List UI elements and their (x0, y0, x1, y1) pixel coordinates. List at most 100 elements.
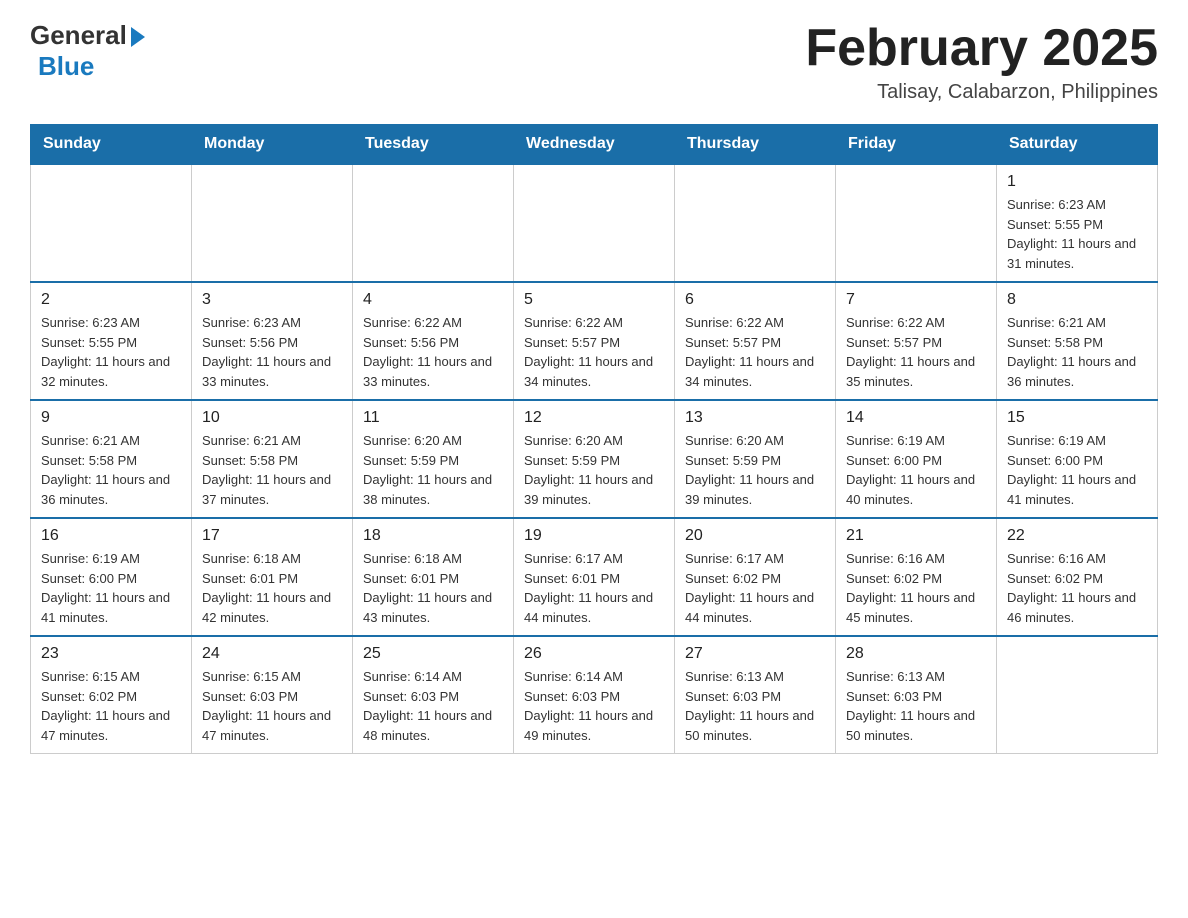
month-title: February 2025 (805, 20, 1158, 77)
calendar-cell: 24 Sunrise: 6:15 AMSunset: 6:03 PMDayligh… (192, 636, 353, 754)
day-number: 4 (363, 291, 503, 309)
calendar-cell: 6Sunrise: 6:22 AMSunset: 5:57 PMDaylight… (675, 282, 836, 400)
day-number: 12 (524, 409, 664, 427)
calendar-cell: 3 Sunrise: 6:23 AMSunset: 5:56 PMDaylight… (192, 282, 353, 400)
calendar-cell: 21 Sunrise: 6:16 AMSunset: 6:02 PMDayligh… (836, 518, 997, 636)
day-number: 21 (846, 527, 986, 545)
day-number: 23 (41, 645, 181, 663)
day-info: Sunrise: 6:20 AMSunset: 5:59 PMDaylight:… (685, 431, 825, 509)
location-text: Talisay, Calabarzon, Philippines (805, 81, 1158, 104)
day-number: 3 (202, 291, 342, 309)
calendar-cell: 4 Sunrise: 6:22 AMSunset: 5:56 PMDaylight… (353, 282, 514, 400)
day-number: 18 (363, 527, 503, 545)
day-info: Sunrise: 6:22 AMSunset: 5:57 PMDaylight:… (846, 313, 986, 391)
day-number: 9 (41, 409, 181, 427)
day-number: 10 (202, 409, 342, 427)
week-row-3: 9 Sunrise: 6:21 AMSunset: 5:58 PMDaylight… (31, 400, 1158, 518)
day-number: 16 (41, 527, 181, 545)
calendar-cell: 27 Sunrise: 6:13 AMSunset: 6:03 PMDayligh… (675, 636, 836, 754)
day-info: Sunrise: 6:17 AMSunset: 6:01 PMDaylight:… (524, 549, 664, 627)
column-header-wednesday: Wednesday (514, 125, 675, 165)
day-info: Sunrise: 6:19 AMSunset: 6:00 PMDaylight:… (1007, 431, 1147, 509)
day-info: Sunrise: 6:21 AMSunset: 5:58 PMDaylight:… (41, 431, 181, 509)
calendar-cell (353, 164, 514, 282)
calendar-cell: 8 Sunrise: 6:21 AMSunset: 5:58 PMDaylight… (997, 282, 1158, 400)
day-info: Sunrise: 6:17 AMSunset: 6:02 PMDaylight:… (685, 549, 825, 627)
day-number: 13 (685, 409, 825, 427)
calendar-cell: 10 Sunrise: 6:21 AMSunset: 5:58 PMDayligh… (192, 400, 353, 518)
calendar-cell: 14Sunrise: 6:19 AMSunset: 6:00 PMDayligh… (836, 400, 997, 518)
day-number: 14 (846, 409, 986, 427)
day-number: 1 (1007, 173, 1147, 191)
day-info: Sunrise: 6:18 AMSunset: 6:01 PMDaylight:… (363, 549, 503, 627)
day-number: 11 (363, 409, 503, 427)
day-number: 2 (41, 291, 181, 309)
calendar-cell (192, 164, 353, 282)
column-header-thursday: Thursday (675, 125, 836, 165)
logo-blue-text: Blue (38, 51, 94, 82)
calendar-cell: 23 Sunrise: 6:15 AMSunset: 6:02 PMDayligh… (31, 636, 192, 754)
day-number: 26 (524, 645, 664, 663)
calendar-cell: 25Sunrise: 6:14 AMSunset: 6:03 PMDayligh… (353, 636, 514, 754)
day-number: 15 (1007, 409, 1147, 427)
day-info: Sunrise: 6:19 AMSunset: 6:00 PMDaylight:… (41, 549, 181, 627)
day-number: 22 (1007, 527, 1147, 545)
week-row-4: 16 Sunrise: 6:19 AMSunset: 6:00 PMDayligh… (31, 518, 1158, 636)
day-number: 17 (202, 527, 342, 545)
day-number: 7 (846, 291, 986, 309)
calendar-cell: 12Sunrise: 6:20 AMSunset: 5:59 PMDayligh… (514, 400, 675, 518)
calendar-cell (997, 636, 1158, 754)
day-info: Sunrise: 6:21 AMSunset: 5:58 PMDaylight:… (1007, 313, 1147, 391)
day-number: 8 (1007, 291, 1147, 309)
day-info: Sunrise: 6:18 AMSunset: 6:01 PMDaylight:… (202, 549, 342, 627)
column-header-tuesday: Tuesday (353, 125, 514, 165)
day-info: Sunrise: 6:22 AMSunset: 5:56 PMDaylight:… (363, 313, 503, 391)
calendar-cell: 15 Sunrise: 6:19 AMSunset: 6:00 PMDayligh… (997, 400, 1158, 518)
day-number: 27 (685, 645, 825, 663)
day-info: Sunrise: 6:21 AMSunset: 5:58 PMDaylight:… (202, 431, 342, 509)
day-info: Sunrise: 6:14 AMSunset: 6:03 PMDaylight:… (363, 667, 503, 745)
logo-arrow-icon (131, 27, 145, 47)
day-info: Sunrise: 6:20 AMSunset: 5:59 PMDaylight:… (363, 431, 503, 509)
calendar-cell (31, 164, 192, 282)
calendar-cell: 22Sunrise: 6:16 AMSunset: 6:02 PMDayligh… (997, 518, 1158, 636)
day-number: 6 (685, 291, 825, 309)
day-number: 5 (524, 291, 664, 309)
week-row-1: 1 Sunrise: 6:23 AMSunset: 5:55 PMDaylight… (31, 164, 1158, 282)
calendar-cell (836, 164, 997, 282)
calendar-cell: 5 Sunrise: 6:22 AMSunset: 5:57 PMDaylight… (514, 282, 675, 400)
calendar-cell (514, 164, 675, 282)
day-info: Sunrise: 6:15 AMSunset: 6:03 PMDaylight:… (202, 667, 342, 745)
day-info: Sunrise: 6:13 AMSunset: 6:03 PMDaylight:… (685, 667, 825, 745)
calendar-cell: 13 Sunrise: 6:20 AMSunset: 5:59 PMDayligh… (675, 400, 836, 518)
day-info: Sunrise: 6:23 AMSunset: 5:55 PMDaylight:… (41, 313, 181, 391)
calendar-cell: 18 Sunrise: 6:18 AMSunset: 6:01 PMDayligh… (353, 518, 514, 636)
logo-general-text: General (30, 20, 127, 51)
day-info: Sunrise: 6:22 AMSunset: 5:57 PMDaylight:… (524, 313, 664, 391)
day-number: 20 (685, 527, 825, 545)
calendar-cell: 9 Sunrise: 6:21 AMSunset: 5:58 PMDaylight… (31, 400, 192, 518)
day-info: Sunrise: 6:13 AMSunset: 6:03 PMDaylight:… (846, 667, 986, 745)
day-info: Sunrise: 6:23 AMSunset: 5:56 PMDaylight:… (202, 313, 342, 391)
calendar-cell: 7 Sunrise: 6:22 AMSunset: 5:57 PMDaylight… (836, 282, 997, 400)
week-row-5: 23 Sunrise: 6:15 AMSunset: 6:02 PMDayligh… (31, 636, 1158, 754)
day-number: 28 (846, 645, 986, 663)
week-row-2: 2 Sunrise: 6:23 AMSunset: 5:55 PMDaylight… (31, 282, 1158, 400)
calendar-cell: 28 Sunrise: 6:13 AMSunset: 6:03 PMDayligh… (836, 636, 997, 754)
day-number: 24 (202, 645, 342, 663)
column-header-monday: Monday (192, 125, 353, 165)
calendar-cell: 19 Sunrise: 6:17 AMSunset: 6:01 PMDayligh… (514, 518, 675, 636)
calendar-cell: 26Sunrise: 6:14 AMSunset: 6:03 PMDayligh… (514, 636, 675, 754)
page-header: General Blue February 2025 Talisay, Cala… (30, 20, 1158, 104)
calendar-cell: 20 Sunrise: 6:17 AMSunset: 6:02 PMDayligh… (675, 518, 836, 636)
calendar-table: SundayMondayTuesdayWednesdayThursdayFrid… (30, 124, 1158, 754)
calendar-cell (675, 164, 836, 282)
calendar-cell: 11 Sunrise: 6:20 AMSunset: 5:59 PMDayligh… (353, 400, 514, 518)
day-info: Sunrise: 6:16 AMSunset: 6:02 PMDaylight:… (846, 549, 986, 627)
day-info: Sunrise: 6:23 AMSunset: 5:55 PMDaylight:… (1007, 195, 1147, 273)
column-header-saturday: Saturday (997, 125, 1158, 165)
calendar-cell: 17 Sunrise: 6:18 AMSunset: 6:01 PMDayligh… (192, 518, 353, 636)
logo: General Blue (30, 20, 145, 82)
day-info: Sunrise: 6:15 AMSunset: 6:02 PMDaylight:… (41, 667, 181, 745)
day-number: 19 (524, 527, 664, 545)
